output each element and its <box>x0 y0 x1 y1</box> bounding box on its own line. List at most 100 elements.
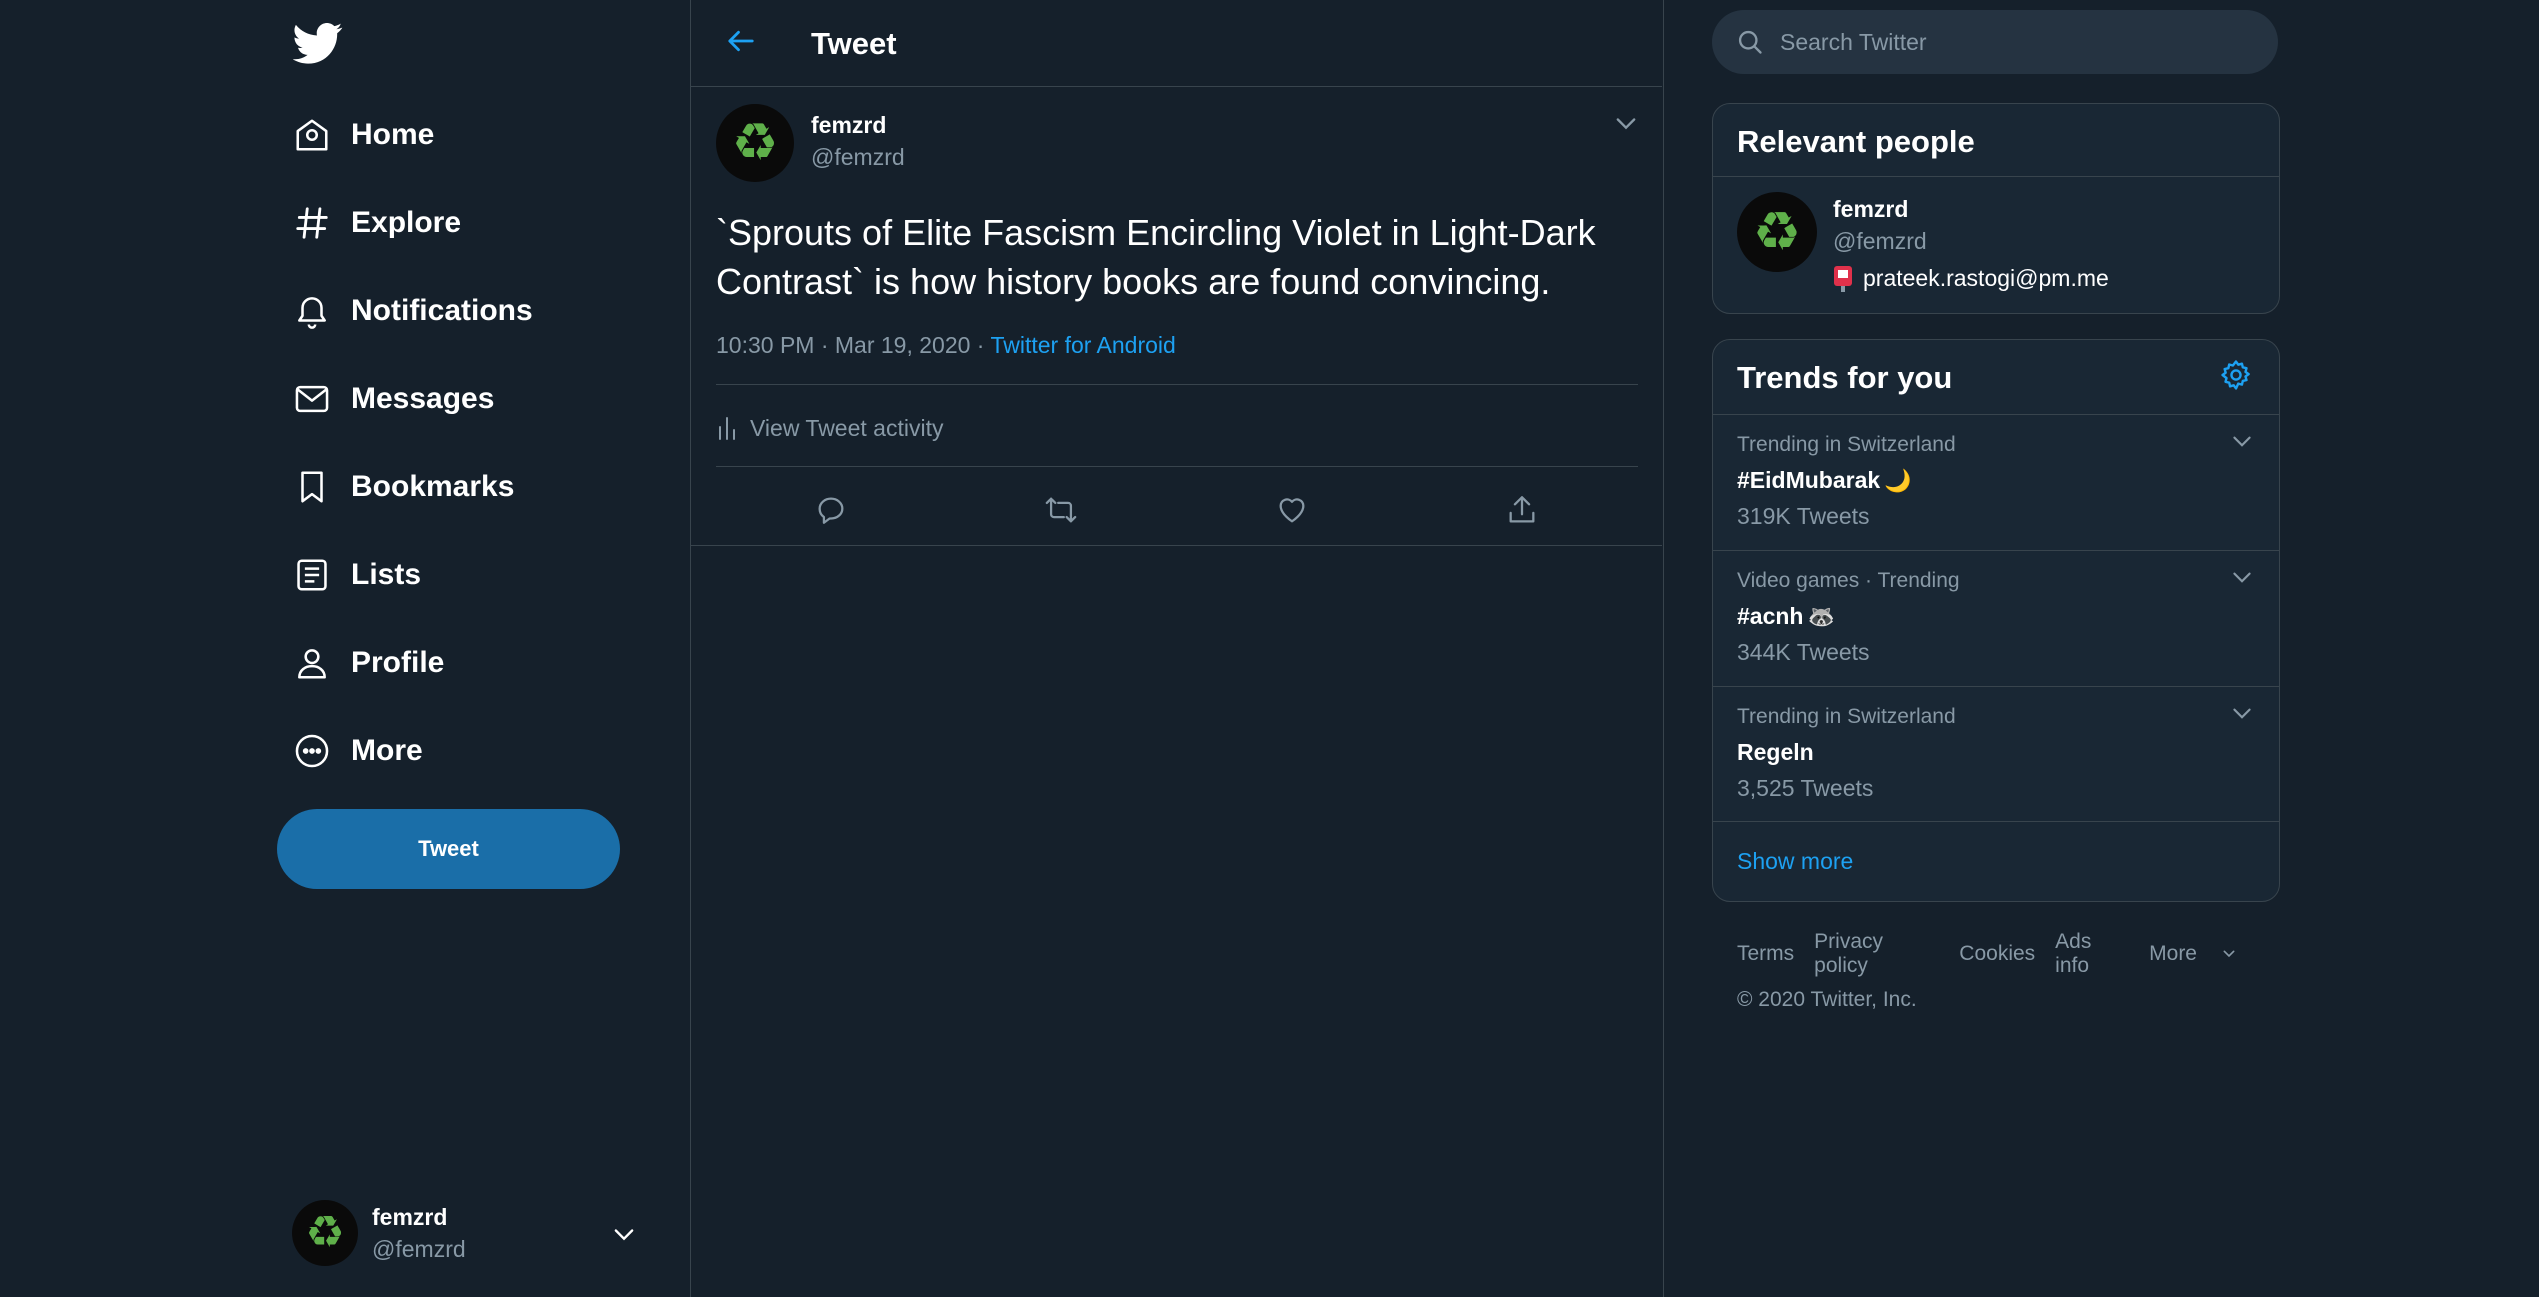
tweet-menu-chevron-icon[interactable] <box>1612 112 1640 134</box>
mailbox-icon <box>1833 264 1853 292</box>
divider <box>690 545 1662 546</box>
divider <box>1713 821 2279 822</box>
trend-name: #acnh 🦝 <box>1737 603 1835 630</box>
trend-name-text: Regeln <box>1737 739 1814 765</box>
nav-profile[interactable]: Profile <box>275 627 444 699</box>
account-name: femzrd <box>372 1204 448 1230</box>
nav-messages-label: Messages <box>351 382 495 415</box>
footer-link-cookies[interactable]: Cookies <box>1959 942 2035 966</box>
tweet-author-handle[interactable]: @femzrd <box>811 144 905 171</box>
search-box[interactable] <box>1712 10 2278 74</box>
retweet-button[interactable] <box>1039 488 1083 532</box>
share-icon <box>1505 493 1539 527</box>
nav-explore[interactable]: Explore <box>275 187 461 259</box>
more-circle-icon <box>275 732 351 770</box>
search-icon <box>1736 28 1764 56</box>
chevron-down-icon[interactable] <box>2229 565 2255 591</box>
search-input[interactable] <box>1778 27 2242 57</box>
nav-explore-label: Explore <box>351 206 462 239</box>
chevron-down-icon <box>610 1220 638 1248</box>
divider <box>1713 176 2279 177</box>
trend-name-text: #EidMubarak <box>1737 467 1881 493</box>
trend-count: 344K Tweets <box>1737 639 1870 665</box>
nav-lists[interactable]: Lists <box>275 539 421 611</box>
copyright: © 2020 Twitter, Inc. <box>1737 988 1917 1011</box>
relevant-person-bio: prateek.rastogi@pm.me <box>1833 264 2109 292</box>
bar-chart-icon <box>716 415 738 441</box>
trend-emoji: 🌙 <box>1884 467 1912 493</box>
twitter-logo-icon[interactable] <box>293 18 343 68</box>
home-icon <box>275 116 351 154</box>
footer-link-privacy[interactable]: Privacy policy <box>1814 930 1939 978</box>
trends-panel: Trends for you Trending in Switzerland #… <box>1712 339 2280 902</box>
back-arrow-icon[interactable] <box>726 26 756 56</box>
chevron-down-icon[interactable] <box>2229 701 2255 727</box>
nav-more-label: More <box>351 734 423 767</box>
trend-count: 3,525 Tweets <box>1737 775 1874 801</box>
trend-context: Video games · Trending <box>1737 569 1960 592</box>
show-more-link[interactable]: Show more <box>1737 848 1853 875</box>
main-column <box>690 0 1664 1297</box>
footer: Terms Privacy policy Cookies Ads info Mo… <box>1737 930 2277 1012</box>
trend-count: 319K Tweets <box>1737 503 1870 529</box>
retweet-icon <box>1043 493 1079 527</box>
footer-more-label: More <box>2149 942 2197 965</box>
relevant-person-handle[interactable]: @femzrd <box>1833 228 1927 255</box>
trends-title: Trends for you <box>1737 360 1953 395</box>
tweet-author-avatar[interactable]: ♻ <box>716 104 794 182</box>
relevant-people-panel: Relevant people ♻ femzrd @femzrd prateek… <box>1712 103 2280 314</box>
relevant-person-bio-text: prateek.rastogi@pm.me <box>1863 264 2109 291</box>
reply-icon <box>814 493 848 527</box>
chevron-down-icon[interactable] <box>2229 429 2255 455</box>
nav-home[interactable]: Home <box>275 99 434 171</box>
heart-icon <box>1275 493 1309 527</box>
person-icon <box>275 644 351 682</box>
tweet-button[interactable]: Tweet <box>277 809 620 889</box>
nav-bookmarks[interactable]: Bookmarks <box>275 451 514 523</box>
trend-name-text: #acnh <box>1737 603 1804 629</box>
relevant-person-name[interactable]: femzrd <box>1833 196 1908 223</box>
divider <box>716 384 1638 385</box>
divider <box>716 466 1638 467</box>
bookmark-icon <box>275 468 351 506</box>
nav-bookmarks-label: Bookmarks <box>351 470 515 503</box>
recycle-icon: ♻ <box>731 114 779 172</box>
nav-notifications[interactable]: Notifications <box>275 275 533 347</box>
nav-more[interactable]: More <box>275 715 423 787</box>
envelope-icon <box>275 380 351 418</box>
account-handle: @femzrd <box>372 1236 466 1262</box>
footer-link-terms[interactable]: Terms <box>1737 942 1794 966</box>
trend-item[interactable]: Video games · Trending #acnh 🦝 344K Twee… <box>1713 551 2279 686</box>
like-button[interactable] <box>1270 488 1314 532</box>
nav-home-label: Home <box>351 118 435 151</box>
trend-item[interactable]: Trending in Switzerland Regeln 3,525 Twe… <box>1713 687 2279 822</box>
tweet-timestamp[interactable]: 10:30 PM · Mar 19, 2020 · <box>716 332 990 358</box>
bell-icon <box>275 292 351 330</box>
nav-lists-label: Lists <box>351 558 422 591</box>
trend-context: Trending in Switzerland <box>1737 705 1956 728</box>
trend-item[interactable]: Trending in Switzerland #EidMubarak 🌙 31… <box>1713 415 2279 550</box>
relevant-person-avatar[interactable]: ♻ <box>1737 192 1817 272</box>
share-button[interactable] <box>1500 488 1544 532</box>
avatar: ♻ <box>292 1200 358 1266</box>
nav-messages[interactable]: Messages <box>275 363 494 435</box>
recycle-icon: ♻ <box>305 1208 345 1257</box>
recycle-icon: ♻ <box>1752 202 1802 262</box>
settings-gear-icon[interactable] <box>2219 358 2253 392</box>
reply-button[interactable] <box>809 488 853 532</box>
tweet-meta: 10:30 PM · Mar 19, 2020 · Twitter for An… <box>716 332 1176 359</box>
trend-context: Trending in Switzerland <box>1737 433 1956 456</box>
tweet-source-link[interactable]: Twitter for Android <box>990 332 1175 358</box>
relevant-people-title: Relevant people <box>1737 124 1975 159</box>
view-tweet-activity[interactable]: View Tweet activity <box>716 410 943 446</box>
footer-link-ads-info[interactable]: Ads info <box>2055 930 2129 978</box>
footer-more[interactable]: More <box>2149 942 2257 966</box>
trend-name: Regeln <box>1737 739 1814 766</box>
tweet-author-name[interactable]: femzrd <box>811 112 886 139</box>
chevron-down-icon <box>2221 946 2237 962</box>
view-tweet-activity-label: View Tweet activity <box>750 414 944 441</box>
account-switcher[interactable]: ♻ femzrd @femzrd <box>292 1198 644 1272</box>
list-icon <box>275 556 351 594</box>
trend-name: #EidMubarak 🌙 <box>1737 467 1912 494</box>
nav-notifications-label: Notifications <box>351 294 533 327</box>
